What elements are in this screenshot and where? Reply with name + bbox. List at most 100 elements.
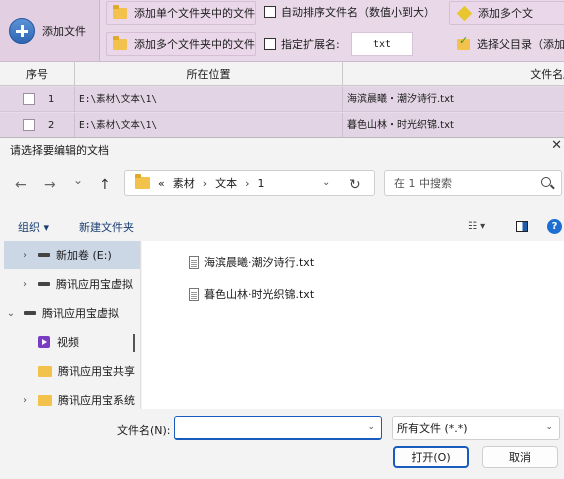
nav-item-label: 腾讯应用宝系统: [58, 394, 135, 407]
folder-icon: [113, 4, 127, 19]
folder-icon: [38, 365, 52, 377]
auto-sort-checkbox[interactable]: 自动排序文件名（数值小到大）: [264, 0, 435, 24]
nav-item-video[interactable]: 视频: [4, 328, 140, 356]
chevron-right-icon[interactable]: ›: [18, 395, 32, 406]
address-bar[interactable]: « 素材 › 文本 › 1 ⌄: [124, 170, 375, 196]
background-app: 添加文件 添加单个文件夹中的文件 添加多个文件夹中的文件 自动排序文件名（数值小…: [0, 0, 564, 140]
add-multi-right-button[interactable]: 添加多个文: [449, 1, 564, 25]
chevron-down-icon[interactable]: ⌄: [545, 422, 553, 432]
breadcrumb-segment[interactable]: 素材: [173, 175, 195, 191]
video-icon: [38, 336, 50, 348]
command-bar: 组织 ▾ 新建文件夹 ☷ ▾ ?: [0, 213, 564, 241]
preview-pane-icon[interactable]: [516, 221, 528, 232]
open-file-dialog: 请选择要编辑的文档 ✕ ← → ⌄ ↑ « 素材 › 文本 › 1 ⌄ ↻ 在 …: [0, 137, 564, 479]
breadcrumb-separator: ›: [245, 176, 250, 190]
plus-icon: [9, 17, 35, 44]
nav-item-label: 腾讯应用宝虚拟: [56, 278, 133, 291]
checkbox-box[interactable]: [264, 6, 276, 18]
recent-dropdown-icon[interactable]: ⌄: [73, 173, 83, 187]
refresh-icon[interactable]: ↻: [349, 177, 361, 193]
extension-input[interactable]: txt: [351, 32, 413, 56]
file-name: 暮色山林·时光织锦.txt: [204, 288, 315, 301]
header-filename[interactable]: 文件名/: [343, 62, 564, 86]
add-single-folder-button[interactable]: 添加单个文件夹中的文件: [106, 1, 256, 25]
folder-icon: [135, 174, 150, 189]
add-multi-folder-label: 添加多个文件夹中的文件: [134, 38, 255, 51]
nav-item-tencent-virtual-1[interactable]: › 腾讯应用宝虚拟: [4, 270, 140, 298]
drive-icon: [38, 253, 50, 257]
nav-item-label: 腾讯应用宝共享: [58, 365, 135, 378]
add-multi-folder-button[interactable]: 添加多个文件夹中的文件: [106, 32, 256, 56]
add-single-folder-label: 添加单个文件夹中的文件: [134, 7, 255, 20]
dialog-footer: 文件名(N): ⌄ 所有文件 (*.*) ⌄ 打开(O) 取消: [0, 409, 564, 479]
search-icon: [541, 177, 551, 187]
select-parent-label: 选择父目录（添加: [477, 38, 564, 51]
chevron-down-icon[interactable]: ⌄: [4, 308, 18, 319]
checkbox-box[interactable]: [264, 38, 276, 50]
row-checkbox[interactable]: [23, 119, 35, 131]
row-checkbox[interactable]: [23, 93, 35, 105]
diamond-icon: [456, 5, 473, 21]
filetype-value: 所有文件 (*.*): [397, 422, 468, 435]
breadcrumb-separator: ›: [202, 176, 208, 190]
cancel-button[interactable]: 取消: [482, 446, 558, 468]
nav-item-label: 新加卷 (E:): [56, 249, 112, 262]
table-row[interactable]: 1 E:\素材\文本\1\ 海滨晨曦・潮汐诗行.txt: [0, 87, 564, 112]
chevron-down-icon[interactable]: ⌄: [367, 422, 375, 432]
open-button[interactable]: 打开(O): [393, 446, 469, 468]
list-item[interactable]: 海滨晨曦·潮汐诗行.txt: [189, 252, 314, 272]
search-input[interactable]: 在 1 中搜索: [384, 170, 562, 196]
file-list: 海滨晨曦·潮汐诗行.txt 暮色山林·时光织锦.txt: [142, 241, 564, 409]
select-parent-button[interactable]: 选择父目录（添加: [457, 32, 564, 56]
list-item[interactable]: 暮色山林·时光织锦.txt: [189, 284, 314, 304]
grid-header: 序号 所在位置 文件名/: [0, 62, 564, 86]
folder-check-icon: [457, 34, 470, 50]
chevron-right-icon[interactable]: ›: [18, 279, 32, 290]
address-dropdown-icon[interactable]: ⌄: [322, 177, 330, 188]
nav-item-tencent-virtual-2[interactable]: ⌄ 腾讯应用宝虚拟: [4, 299, 140, 327]
row-number: 1: [48, 94, 55, 105]
filename-label: 文件名(N):: [117, 424, 171, 437]
row-filename: 海滨晨曦・潮汐诗行.txt: [347, 94, 454, 105]
up-arrow-icon[interactable]: ↑: [99, 177, 111, 193]
breadcrumb-segment[interactable]: 1: [258, 177, 265, 190]
specify-ext-checkbox[interactable]: 指定扩展名:: [264, 32, 340, 56]
row-path: E:\素材\文本\1\: [79, 94, 158, 105]
toolbar: 添加文件 添加单个文件夹中的文件 添加多个文件夹中的文件 自动排序文件名（数值小…: [0, 0, 564, 62]
view-options-icon[interactable]: ☷ ▾: [468, 221, 485, 232]
back-arrow-icon[interactable]: ←: [15, 177, 27, 193]
table-row[interactable]: 2 E:\素材\文本\1\ 暮色山林・时光织锦.txt: [0, 113, 564, 138]
address-chevrons[interactable]: «: [158, 177, 165, 190]
organize-menu[interactable]: 组织 ▾: [18, 219, 49, 235]
nav-item-label: 视频: [57, 336, 79, 349]
close-icon[interactable]: ✕: [548, 138, 562, 153]
filename-input[interactable]: ⌄: [174, 416, 382, 440]
search-placeholder: 在 1 中搜索: [394, 177, 452, 190]
dialog-title: 请选择要编辑的文档: [10, 144, 109, 157]
row-number: 2: [48, 120, 55, 131]
nav-scrollbar[interactable]: [133, 334, 135, 352]
text-file-icon: [189, 255, 199, 269]
specify-ext-label: 指定扩展名:: [281, 38, 340, 51]
header-index[interactable]: 序号: [0, 62, 75, 86]
file-name: 海滨晨曦·潮汐诗行.txt: [204, 256, 315, 269]
add-multi-right-label: 添加多个文: [478, 7, 533, 20]
text-file-icon: [189, 287, 199, 301]
filetype-select[interactable]: 所有文件 (*.*) ⌄: [392, 416, 560, 440]
drive-icon: [24, 311, 36, 315]
header-location[interactable]: 所在位置: [75, 62, 343, 86]
add-file-button[interactable]: 添加文件: [0, 0, 100, 61]
folder-icon: [113, 35, 127, 50]
auto-sort-label: 自动排序文件名（数值小到大）: [281, 6, 435, 19]
chevron-right-icon[interactable]: ›: [18, 250, 32, 261]
nav-item-tencent-share[interactable]: 腾讯应用宝共享: [4, 357, 140, 385]
nav-item-drive-e[interactable]: › 新加卷 (E:): [4, 241, 140, 269]
breadcrumb-segment[interactable]: 文本: [215, 175, 237, 191]
drive-icon: [38, 282, 50, 286]
forward-arrow-icon[interactable]: →: [44, 177, 56, 193]
row-filename: 暮色山林・时光织锦.txt: [347, 120, 454, 131]
folder-icon: [38, 394, 52, 406]
new-folder-button[interactable]: 新建文件夹: [79, 219, 134, 235]
nav-item-label: 腾讯应用宝虚拟: [42, 307, 119, 320]
help-icon[interactable]: ?: [547, 219, 562, 234]
